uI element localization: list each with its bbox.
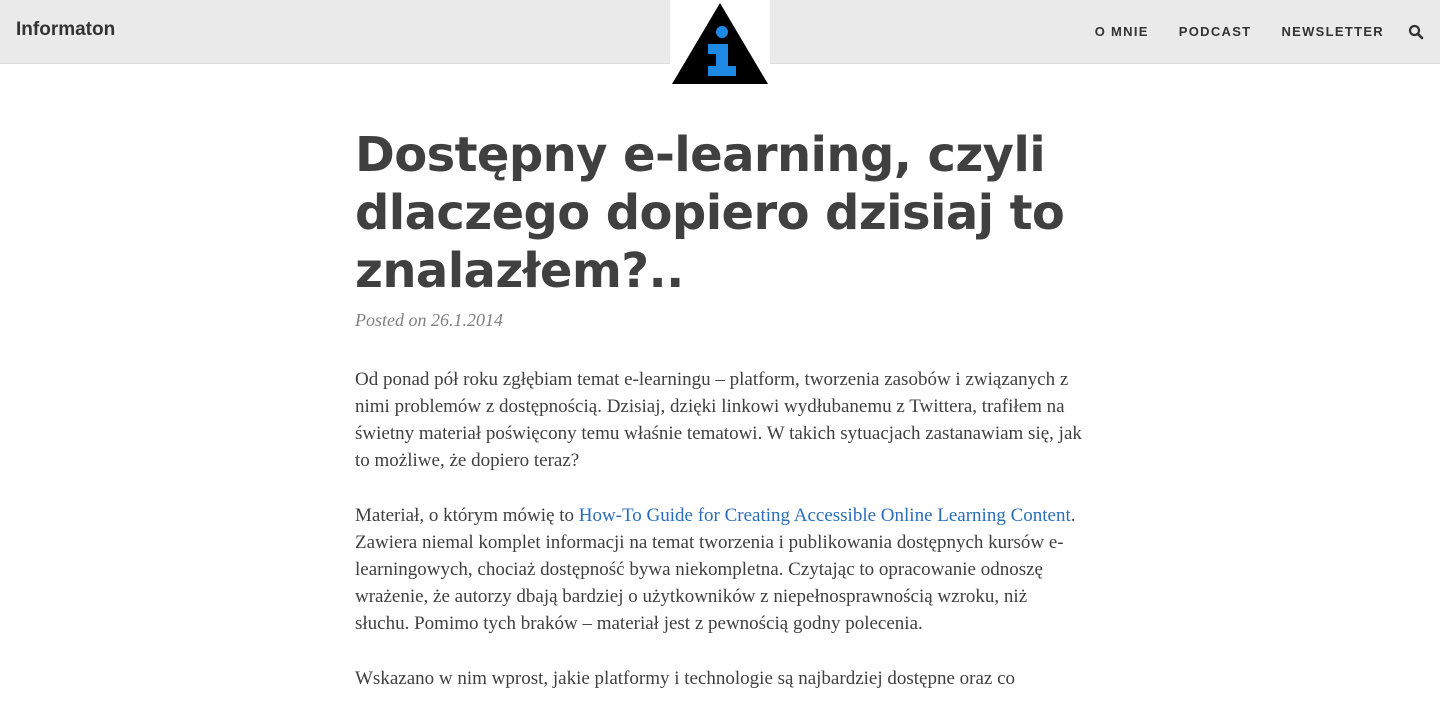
guide-link[interactable]: How-To Guide for Creating Accessible Onl… (579, 505, 1071, 526)
site-header: Informaton O MNIE PODCAST NEWSLETTER (0, 0, 1440, 86)
paragraph-text: Materiał, o którym mówię to (355, 505, 579, 526)
site-logo[interactable] (670, 0, 770, 86)
nav-item-newsletter[interactable]: NEWSLETTER (1281, 24, 1384, 39)
site-title-link[interactable]: Informaton (16, 19, 115, 41)
search-icon (1408, 24, 1424, 40)
paragraph-intro: Od ponad pół roku zgłębiam temat e-learn… (355, 369, 1082, 471)
info-triangle-logo-icon (672, 3, 768, 84)
main-nav: O MNIE PODCAST NEWSLETTER (1095, 24, 1384, 39)
page-title: Dostępny e-learning, czyli dlaczego dopi… (355, 127, 1065, 299)
paragraph-material: Materiał, o którym mówię to How-To Guide… (355, 502, 1085, 637)
search-button[interactable] (1408, 24, 1424, 40)
nav-item-podcast[interactable]: PODCAST (1179, 24, 1252, 39)
article: Dostępny e-learning, czyli dlaczego dopi… (355, 126, 1085, 720)
posted-on-label: Posted on (355, 310, 427, 330)
post-date: 26.1.2014 (431, 310, 503, 330)
post-meta: Posted on 26.1.2014 (355, 310, 1085, 331)
paragraph-platforms: Wskazano w nim wprost, jakie platformy i… (355, 668, 1016, 689)
post-body: Od ponad pół roku zgłębiam temat e-learn… (355, 366, 1085, 692)
nav-item-o-mnie[interactable]: O MNIE (1095, 24, 1149, 39)
